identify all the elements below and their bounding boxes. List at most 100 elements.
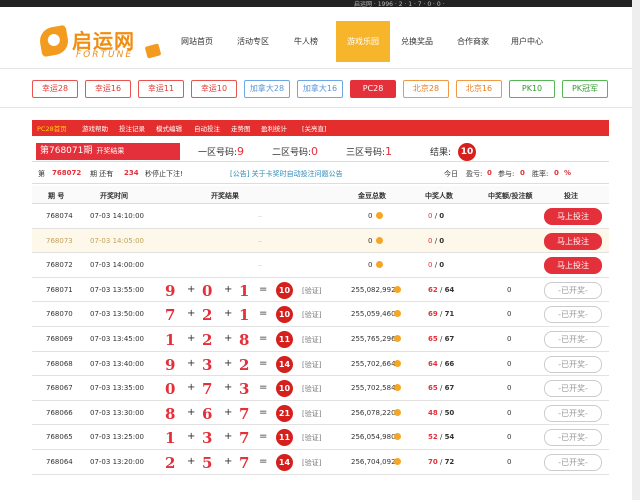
- today-label: 今日: [444, 170, 458, 178]
- result-digit-3: 3: [239, 380, 250, 399]
- table-row: 768074 07-03 14:10:00.. 0 0 / 0 马上投注: [32, 204, 609, 229]
- verify-link[interactable]: [验证]: [302, 335, 321, 345]
- logo-subtext: FORTUNE: [76, 50, 134, 60]
- opened-button[interactable]: -已开奖-: [544, 330, 602, 348]
- bet-now-button[interactable]: 马上投注: [544, 232, 602, 250]
- coin-icon: [394, 359, 401, 367]
- filter-pk-champion[interactable]: PK冠军: [562, 80, 608, 98]
- site-logo[interactable]: 启运网 FORTUNE: [37, 24, 168, 65]
- subnav-mode-edit[interactable]: 模式编辑: [156, 123, 182, 133]
- pending-result: ..: [258, 212, 262, 219]
- filter-beijing28[interactable]: 北京28: [403, 80, 449, 98]
- bet-now-button[interactable]: 马上投注: [544, 257, 602, 275]
- coin-icon: [376, 236, 383, 244]
- plus-sign: +: [224, 455, 233, 467]
- filter-lucky16[interactable]: 幸运16: [85, 80, 131, 98]
- verify-link[interactable]: [验证]: [302, 433, 321, 443]
- subnav-auto-bet[interactable]: 自动投注: [194, 123, 220, 133]
- opened-button[interactable]: -已开奖-: [544, 404, 602, 422]
- filter-pc28[interactable]: PC28: [350, 80, 396, 98]
- row-total: 256,054,980: [351, 433, 396, 442]
- opened-button[interactable]: -已开奖-: [544, 281, 602, 299]
- nav-user-center[interactable]: 用户中心: [502, 21, 552, 62]
- result-digit-1: 1: [165, 429, 176, 448]
- row-ratio: 0: [507, 384, 512, 393]
- plus-sign: +: [187, 357, 196, 369]
- zone2-label: 二区号码:: [272, 148, 312, 158]
- filter-canada28[interactable]: 加拿大28: [244, 80, 290, 98]
- nav-games[interactable]: 游戏乐园: [336, 21, 390, 62]
- opened-button[interactable]: -已开奖-: [544, 380, 602, 398]
- status-suffix: 秒停止下注!: [145, 170, 183, 178]
- opened-button[interactable]: -已开奖-: [544, 306, 602, 324]
- verify-link[interactable]: [验证]: [302, 409, 321, 419]
- subnav-trend-chart[interactable]: 走势图: [231, 123, 251, 133]
- zone2: 二区号码:0: [272, 145, 318, 158]
- row-winners: 0 / 0: [428, 212, 445, 220]
- row-total: 0: [368, 212, 373, 220]
- sum-ball: 11: [276, 330, 293, 348]
- row-issue: 768068: [46, 359, 73, 368]
- subnav-bet-records[interactable]: 投注记录: [119, 123, 145, 133]
- players-count: 67: [444, 334, 455, 343]
- row-winners: 62 / 64: [428, 285, 455, 294]
- col-time: 开奖时间: [100, 192, 128, 200]
- opened-button[interactable]: -已开奖-: [544, 429, 602, 447]
- nav-ranking[interactable]: 牛人榜: [284, 21, 328, 62]
- filter-canada16[interactable]: 加拿大16: [297, 80, 343, 98]
- nav-home[interactable]: 网站首页: [172, 21, 222, 62]
- row-total: 0: [368, 236, 373, 245]
- nav-prizes[interactable]: 兑换奖品: [394, 21, 440, 62]
- next-issue: 768072: [52, 169, 82, 177]
- result-digit-1: 9: [165, 355, 176, 374]
- opened-button[interactable]: -已开奖-: [544, 355, 602, 373]
- verify-link[interactable]: [验证]: [302, 360, 321, 370]
- result-digit-1: 2: [165, 453, 176, 472]
- players-count: 64: [444, 285, 455, 294]
- winrate-unit: %: [564, 169, 572, 177]
- row-issue: 768066: [46, 408, 73, 417]
- filter-lucky11[interactable]: 幸运11: [138, 80, 184, 98]
- table-body: 768074 07-03 14:10:00.. 0 0 / 0 马上投注 768073 07…: [32, 204, 609, 475]
- profit-label: 盈亏:: [466, 170, 483, 178]
- filter-pk10[interactable]: PK10: [509, 80, 555, 98]
- scrollbar[interactable]: [632, 0, 640, 500]
- players-count: 0: [439, 261, 445, 270]
- verify-link[interactable]: [验证]: [302, 384, 321, 394]
- plus-sign: +: [224, 332, 233, 344]
- status-prefix: 第: [38, 170, 45, 178]
- plus-sign: +: [224, 357, 233, 369]
- filter-lucky28[interactable]: 幸运28: [32, 80, 78, 98]
- nav-partners[interactable]: 合作商家: [448, 21, 498, 62]
- subnav-help[interactable]: 游戏帮助: [82, 123, 108, 133]
- bet-now-button[interactable]: 马上投注: [544, 208, 602, 225]
- plus-sign: +: [187, 308, 196, 320]
- winners-count: 64: [428, 359, 438, 368]
- draw-result-bar: 第768071期 开奖结果 一区号码:9 二区号码:0 三区号码:1 结果: 10: [32, 142, 609, 162]
- plus-sign: +: [187, 431, 196, 443]
- dice-icon: [144, 43, 162, 59]
- table-row: 768067 07-03 13:35:00 0 +7 +3 = 10 [验证] 255,702,…: [32, 376, 609, 401]
- result-digit-3: 7: [239, 404, 250, 423]
- filter-lucky10[interactable]: 幸运10: [191, 80, 237, 98]
- verify-link[interactable]: [验证]: [302, 310, 321, 320]
- filter-beijing16[interactable]: 北京16: [456, 80, 502, 98]
- nav-activities[interactable]: 活动专区: [227, 21, 279, 62]
- players-count: 67: [444, 384, 455, 393]
- sum-ball: 14: [276, 453, 293, 471]
- plus-sign: +: [187, 382, 196, 394]
- subnav-profit-stats[interactable]: 盈利统计: [261, 123, 287, 133]
- row-issue: 768071: [46, 285, 73, 294]
- players-count: 66: [444, 359, 455, 368]
- verify-link[interactable]: [验证]: [302, 286, 321, 296]
- notice-link[interactable]: [公告] 关于卡奖时自动投注问题公告: [230, 169, 343, 179]
- status-bar: 第 768072 期 还有 234 秒停止下注! [公告] 关于卡奖时自动投注问…: [32, 164, 609, 184]
- subnav-extra[interactable]: [关亮直]: [302, 123, 327, 133]
- issue-badge: 第768071期 开奖结果: [36, 143, 180, 160]
- verify-link[interactable]: [验证]: [302, 458, 321, 468]
- opened-button[interactable]: -已开奖-: [544, 453, 602, 471]
- plus-sign: +: [187, 455, 196, 467]
- subnav-pc28-home[interactable]: PC28首页: [37, 123, 67, 133]
- players-count: 0: [439, 236, 445, 245]
- winners-count: 70: [428, 457, 438, 466]
